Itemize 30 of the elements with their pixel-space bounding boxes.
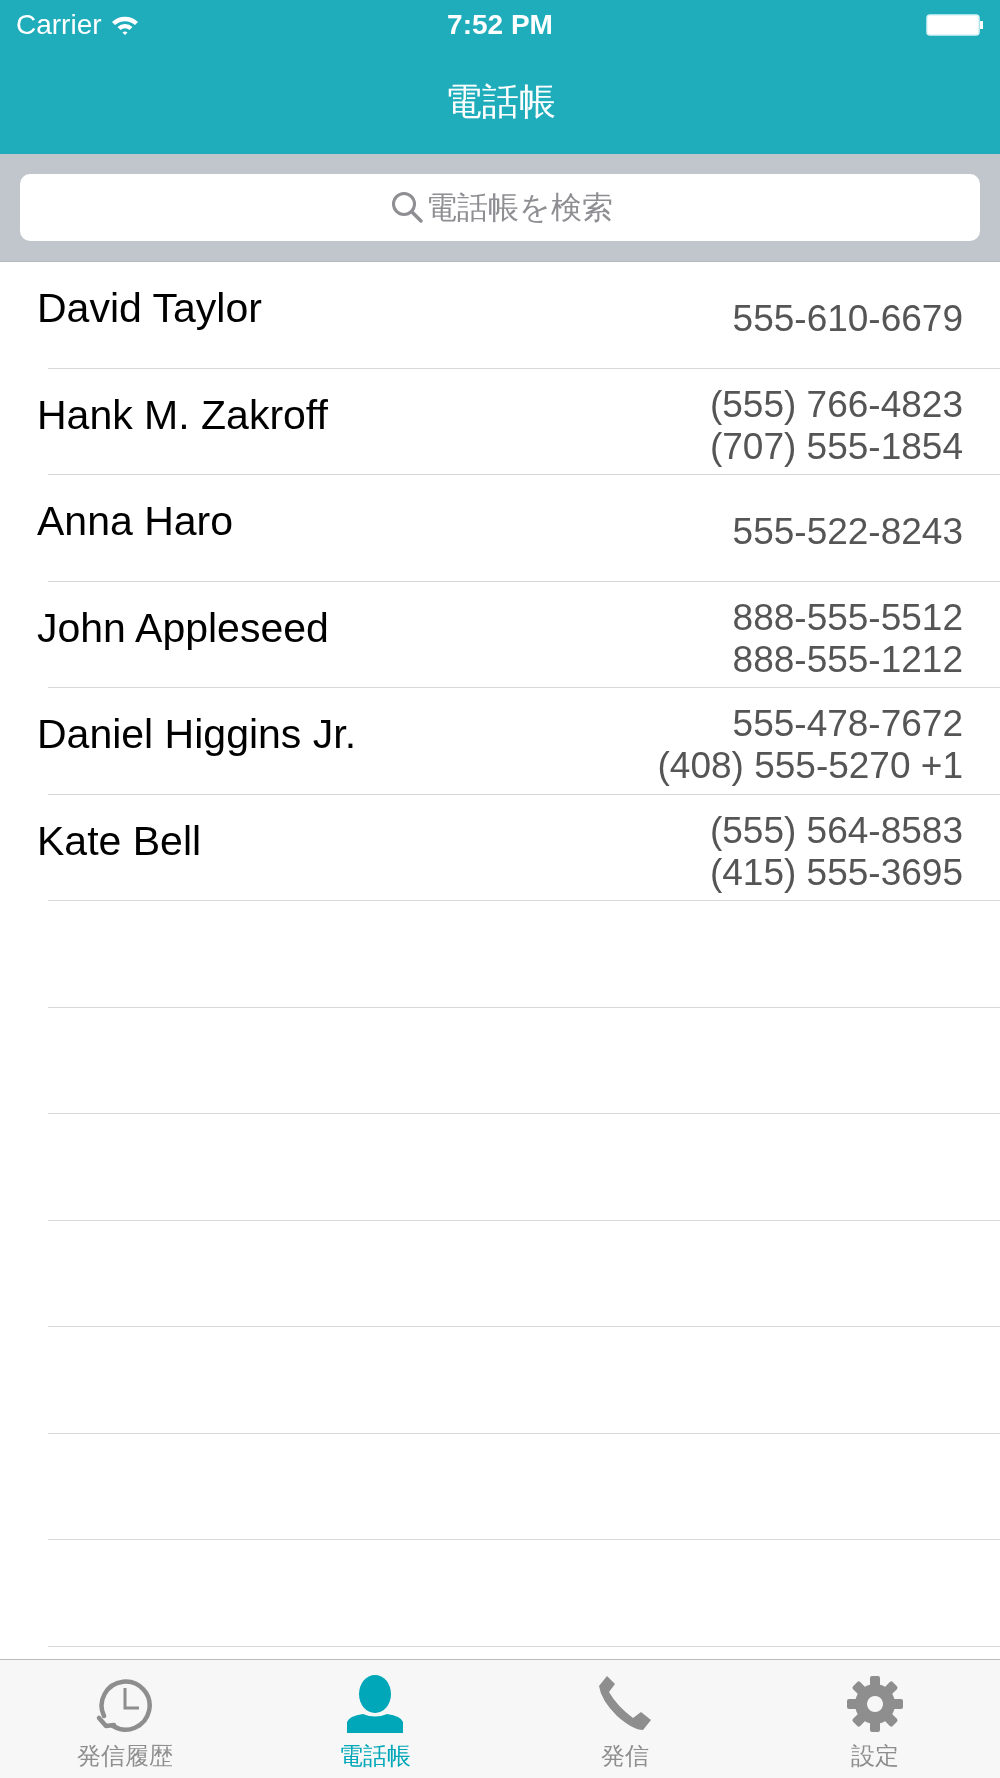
contact-name: John Appleseed	[37, 603, 329, 653]
contact-name: David Taylor	[37, 284, 262, 333]
contact-row[interactable]: Hank M. Zakroff (555) 766-4823 (707) 555-1854	[0, 368, 1000, 475]
contact-row[interactable]: Daniel Higgins Jr. 555-478-7672 (408) 555-5270 +1	[0, 688, 1000, 795]
phone-number: (555) 564-8583	[709, 809, 963, 852]
person-icon	[345, 1674, 405, 1734]
search-field[interactable]: 電話帳を検索	[20, 174, 980, 241]
contact-row[interactable]: Anna Haro 555-522-8243	[0, 475, 1000, 582]
search-icon	[390, 190, 424, 224]
phone-number: (555) 766-4823	[709, 383, 963, 426]
contact-name: Daniel Higgins Jr.	[37, 710, 357, 759]
contact-row[interactable]: Kate Bell (555) 564-8583 (415) 555-3695	[0, 794, 1000, 901]
contact-row[interactable]: John Appleseed 888-555-5512 888-555-1212	[0, 581, 1000, 688]
battery-icon	[926, 13, 984, 37]
status-time: 7:52 PM	[447, 8, 553, 42]
phone-number: 888-555-5512	[732, 596, 963, 639]
phone-number: (707) 555-1854	[709, 425, 963, 468]
carrier-name: Carrier	[16, 8, 102, 42]
contact-name: Hank M. Zakroff	[37, 390, 328, 440]
phone-number: (415) 555-3695	[709, 851, 963, 894]
phone-number: (408) 555-5270 +1	[657, 745, 963, 788]
navigation-title: 電話帳	[444, 80, 556, 125]
phone-number: 888-555-1212	[732, 638, 963, 681]
settings-icon	[845, 1674, 905, 1734]
phone-number: 555-478-7672	[732, 703, 963, 746]
contact-name: Kate Bell	[37, 816, 202, 866]
phone-number: 555-522-8243	[732, 511, 963, 554]
contact-row[interactable]: David Taylor 555-610-6679	[0, 262, 1000, 369]
phone-number: 555-610-6679	[732, 298, 963, 341]
contact-name: Anna Haro	[37, 497, 233, 546]
